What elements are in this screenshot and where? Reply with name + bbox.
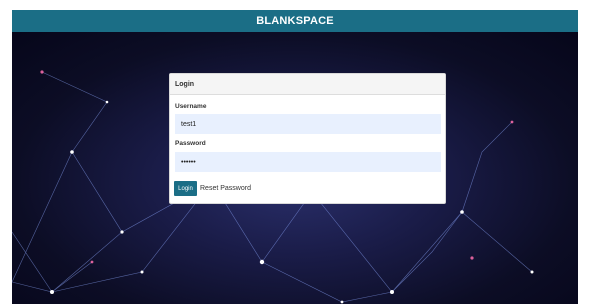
password-label: Password	[175, 140, 206, 147]
password-value: ••••••	[181, 158, 196, 166]
login-panel: Login Username test1 Password •••••• Log…	[169, 73, 446, 204]
login-panel-header: Login	[170, 74, 445, 95]
login-button[interactable]: Login	[174, 181, 197, 196]
password-input[interactable]: ••••••	[175, 152, 441, 172]
login-heading: Login	[175, 80, 195, 88]
username-value: test1	[181, 120, 197, 128]
username-input[interactable]: test1	[175, 114, 441, 134]
reset-password-link[interactable]: Reset Password	[200, 185, 251, 192]
username-label: Username	[175, 103, 207, 110]
brand-title: BLANKSPACE	[256, 15, 334, 27]
network-background: Login Username test1 Password •••••• Log…	[12, 32, 578, 304]
app-frame: BLANKSPACE Login Username test1 Password…	[12, 10, 578, 304]
top-bar: BLANKSPACE	[12, 10, 578, 32]
